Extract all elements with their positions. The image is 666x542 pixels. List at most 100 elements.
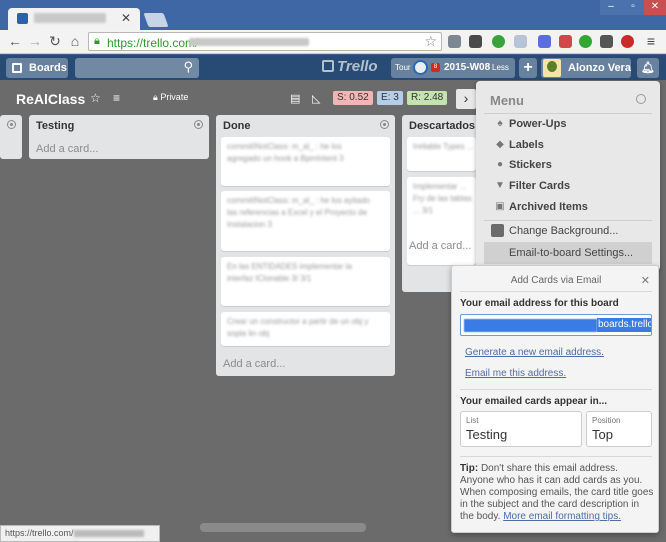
list-item[interactable]: Crear un constructor a partir de un obj … [221, 312, 390, 346]
notice-badge: 8 [431, 63, 440, 72]
list-menu-icon[interactable] [380, 120, 389, 129]
back-arrow-icon[interactable]: ← [6, 32, 24, 50]
extension-icon[interactable] [600, 35, 613, 48]
card-title: Implementar ... Fry de las tablas ... 3/… [413, 182, 472, 215]
position-select[interactable]: Position Top [586, 411, 652, 447]
tip-label: Tip: [460, 463, 479, 474]
list-title[interactable]: Descartados [409, 120, 475, 132]
show-menu-chevron-icon[interactable]: › [456, 89, 476, 109]
download-extension-icon[interactable] [559, 35, 572, 48]
new-tab-button[interactable] [143, 13, 169, 27]
logo-text: Trello [337, 58, 378, 75]
star-icon[interactable]: ☆ [90, 91, 101, 105]
address-bar[interactable]: 🔒︎ https://trello.com/ ☆ [88, 32, 442, 51]
list-item[interactable]: commitINotClass: m_al_ : he los agregado… [221, 137, 390, 186]
search-icon[interactable]: ⚲ [183, 59, 193, 75]
browser-titlebar: ✕ – ▫ ✕ [0, 0, 666, 30]
list-item[interactable]: En las ENTIDADES implementar la interfaz… [221, 257, 390, 306]
board-title[interactable]: ReAlClass [16, 91, 85, 107]
stat-r-badge: R: 2.48 [407, 91, 448, 105]
extension-icon[interactable] [514, 35, 527, 48]
minimize-button[interactable]: – [600, 0, 622, 15]
forward-arrow-icon[interactable]: → [26, 32, 44, 50]
add-card-link[interactable]: Add a card... [223, 358, 285, 370]
horizontal-scrollbar[interactable] [200, 523, 366, 532]
list-title[interactable]: Testing [36, 120, 74, 132]
status-url-redacted [73, 530, 144, 537]
board-email-field[interactable]: boards.trello [460, 314, 652, 336]
home-icon[interactable]: ⌂ [66, 32, 84, 50]
labels-icon: ◆ [496, 139, 504, 150]
trello-logo-icon [322, 60, 334, 72]
tab-close-icon[interactable]: ✕ [121, 11, 131, 25]
visibility-toggle[interactable]: 🔒︎ Private [153, 92, 188, 103]
list-menu-icon[interactable] [7, 120, 16, 129]
bookmark-star-icon[interactable]: ☆ [424, 33, 437, 50]
avatar [543, 59, 561, 77]
calendar-icon[interactable]: ▤ [290, 92, 300, 105]
extension-icon[interactable] [621, 35, 634, 48]
trello-logo[interactable]: Trello [322, 58, 378, 75]
appear-in-label: Your emailed cards appear in... [460, 396, 608, 407]
less-toggle[interactable]: Less [492, 58, 509, 78]
url-path-redacted [189, 38, 309, 46]
menu-item-stickers[interactable]: ● Stickers [484, 156, 652, 174]
add-button[interactable]: + [519, 58, 537, 78]
add-card-link[interactable]: Add a card... [409, 240, 471, 252]
add-cards-via-email-popup: Add Cards via Email ✕ Your email address… [451, 265, 659, 533]
chart-icon[interactable]: ◺ [312, 92, 320, 105]
divider [460, 456, 652, 457]
menu-item-archived-items[interactable]: ▣ Archived Items [484, 198, 652, 216]
menu-item-email-settings[interactable]: Email-to-board Settings... [484, 242, 652, 264]
background-swatch [491, 224, 504, 237]
subscribe-icon[interactable]: ≡ [113, 91, 120, 105]
close-icon[interactable]: ✕ [641, 274, 650, 287]
list-menu-icon[interactable] [194, 120, 203, 129]
stat-s-badge: S: 0.52 [333, 91, 373, 105]
tab-title [34, 13, 106, 23]
extension-icon[interactable] [579, 35, 592, 48]
list-item[interactable]: commitINotClass: m_al_ : he los ayitado … [221, 191, 390, 251]
extension-icon[interactable] [469, 35, 482, 48]
list-item[interactable]: Ireliable Types ... [407, 137, 476, 171]
lock-icon: 🔒︎ [153, 92, 158, 102]
notifications-bell-icon[interactable]: 🔔︎ [637, 58, 659, 78]
maximize-button[interactable]: ▫ [622, 0, 644, 15]
divider [484, 220, 652, 221]
search-input[interactable]: ⚲ [75, 58, 199, 78]
email-selected-redacted [464, 319, 597, 332]
boards-button[interactable]: Boards [6, 58, 68, 78]
archive-icon: ▣ [495, 201, 505, 212]
browser-menu-icon[interactable]: ≡ [643, 34, 659, 48]
extension-icon[interactable] [492, 35, 505, 48]
pocket-extension-icon[interactable] [448, 35, 461, 48]
browser-tab[interactable]: ✕ [8, 8, 140, 30]
user-menu[interactable]: Alonzo Vera [541, 58, 631, 78]
list-title[interactable]: Done [223, 120, 251, 132]
menu-item-labels[interactable]: ◆ Labels [484, 136, 652, 154]
list-select[interactable]: List Testing [460, 411, 582, 447]
menu-settings-icon[interactable] [636, 94, 646, 104]
list-caption: List [466, 416, 479, 425]
menu-item-change-background[interactable]: Change Background... [484, 222, 652, 240]
email-me-link[interactable]: Email me this address. [465, 368, 566, 379]
generate-email-link[interactable]: Generate a new email address. [465, 347, 604, 358]
menu-item-power-ups[interactable]: ♠ Power-Ups [484, 115, 652, 133]
window-close-button[interactable]: ✕ [644, 0, 666, 15]
reload-icon[interactable]: ↻ [46, 32, 64, 50]
menu-item-filter-cards[interactable]: ▼ Filter Cards [484, 177, 652, 195]
extension-icon[interactable] [538, 35, 551, 48]
divider [460, 291, 652, 292]
visibility-label: Private [160, 92, 189, 102]
board-menu-sidebar: Menu ♠ Power-Ups ◆ Labels ● Stickers ▼ F… [476, 81, 660, 271]
lock-icon: 🔒︎ [94, 35, 100, 47]
sprint-status[interactable]: Tour 8 2015-W08 Less [391, 58, 515, 78]
menu-item-label: Archived Items [509, 201, 588, 213]
position-value: Top [592, 427, 613, 442]
formatting-tips-link[interactable]: More email formatting tips. [503, 511, 621, 522]
browser-status-bar: https://trello.com/ [0, 525, 160, 542]
boards-icon [12, 63, 22, 73]
menu-item-label: Change Background... [509, 225, 619, 237]
add-card-link[interactable]: Add a card... [36, 143, 98, 155]
tour-label[interactable]: Tour [395, 58, 411, 78]
